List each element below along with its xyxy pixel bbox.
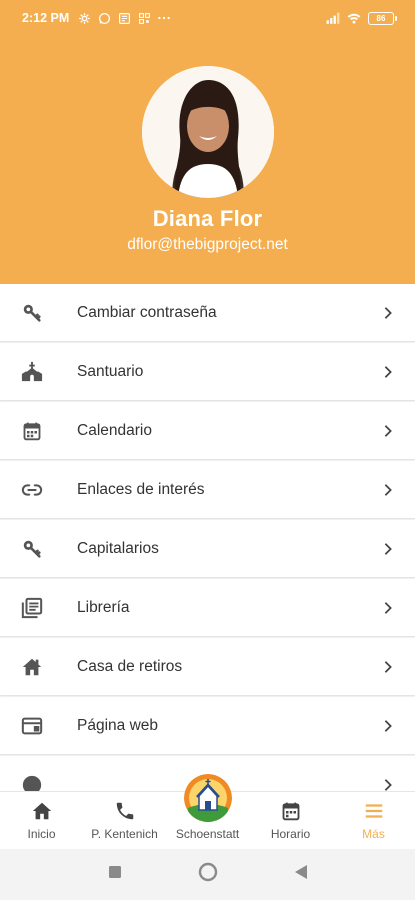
wifi-icon [347, 11, 361, 25]
menu-item-label: Librería [77, 598, 130, 616]
bottom-nav: Inicio P. Kentenich Schoenstatt Horario [0, 774, 415, 849]
chevron-right-icon [381, 601, 395, 615]
nav-label: P. Kentenich [91, 827, 158, 841]
more-notifications-icon [157, 11, 171, 25]
system-nav-bar [0, 849, 415, 900]
shrine-logo-icon [183, 774, 232, 822]
status-bar: 2:12 PM 86 [0, 0, 415, 36]
menu-item-cambiar-contrasena[interactable]: Cambiar contraseña [0, 284, 415, 341]
nav-inicio[interactable]: Inicio [0, 792, 83, 849]
nav-schoenstatt[interactable]: Schoenstatt [166, 774, 249, 849]
menu-list: Cambiar contraseña Santuario Calendario … [0, 284, 415, 791]
chevron-right-icon [381, 778, 395, 792]
chevron-right-icon [381, 483, 395, 497]
library-icon [20, 596, 44, 620]
chevron-right-icon [381, 542, 395, 556]
menu-item-label: Capitalarios [77, 539, 159, 557]
web-icon [20, 714, 44, 738]
nav-label: Inicio [27, 827, 56, 841]
info-icon [20, 773, 44, 791]
status-time: 2:12 PM [22, 11, 70, 25]
profile-header: Diana Flor dflor@thebigproject.net [0, 36, 415, 284]
nav-mas[interactable]: Más [332, 792, 415, 849]
menu-icon [362, 799, 386, 823]
settings-icon [77, 11, 91, 25]
menu-item-enlaces[interactable]: Enlaces de interés [0, 461, 415, 518]
nav-label: Schoenstatt [175, 827, 240, 841]
qr-icon [137, 11, 151, 25]
menu-item-label: Cambiar contraseña [77, 303, 217, 321]
battery-level: 86 [368, 11, 394, 25]
calendar-icon [20, 419, 44, 443]
user-name: Diana Flor [152, 206, 263, 231]
menu-item-casa-retiros[interactable]: Casa de retiros [0, 638, 415, 695]
link-icon [20, 478, 44, 502]
chevron-right-icon [381, 660, 395, 674]
calendar-icon [279, 799, 303, 823]
menu-item-libreria[interactable]: Librería [0, 579, 415, 636]
church-icon [20, 360, 44, 384]
back-button[interactable] [294, 864, 308, 885]
menu-item-label: Enlaces de interés [77, 480, 205, 498]
avatar[interactable] [141, 66, 274, 198]
chevron-right-icon [381, 719, 395, 733]
menu-item-pagina-web[interactable]: Página web [0, 697, 415, 754]
nav-label: Horario [270, 827, 311, 841]
signal-icon [326, 11, 340, 25]
menu-item-label: Santuario [77, 362, 144, 380]
chevron-right-icon [381, 306, 395, 320]
phone-icon [113, 799, 137, 823]
home-button[interactable] [198, 862, 218, 887]
nav-horario[interactable]: Horario [249, 792, 332, 849]
news-icon [117, 11, 131, 25]
recents-button[interactable] [108, 865, 122, 884]
whatsapp-icon [97, 11, 111, 25]
nav-p-kentenich[interactable]: P. Kentenich [83, 792, 166, 849]
menu-item-calendario[interactable]: Calendario [0, 402, 415, 459]
user-email: dflor@thebigproject.net [127, 236, 288, 253]
menu-item-label: Casa de retiros [77, 657, 183, 675]
menu-item-label: Página web [77, 716, 159, 734]
menu-item-label: Calendario [77, 421, 152, 439]
menu-item-capitalarios[interactable]: Capitalarios [0, 520, 415, 577]
nav-label: Más [362, 827, 385, 841]
house-icon [20, 655, 44, 679]
menu-item-santuario[interactable]: Santuario [0, 343, 415, 400]
key-icon [20, 537, 44, 561]
battery-icon: 86 [368, 11, 397, 25]
key-icon [20, 301, 44, 325]
chevron-right-icon [381, 424, 395, 438]
home-icon [30, 799, 54, 823]
chevron-right-icon [381, 365, 395, 379]
